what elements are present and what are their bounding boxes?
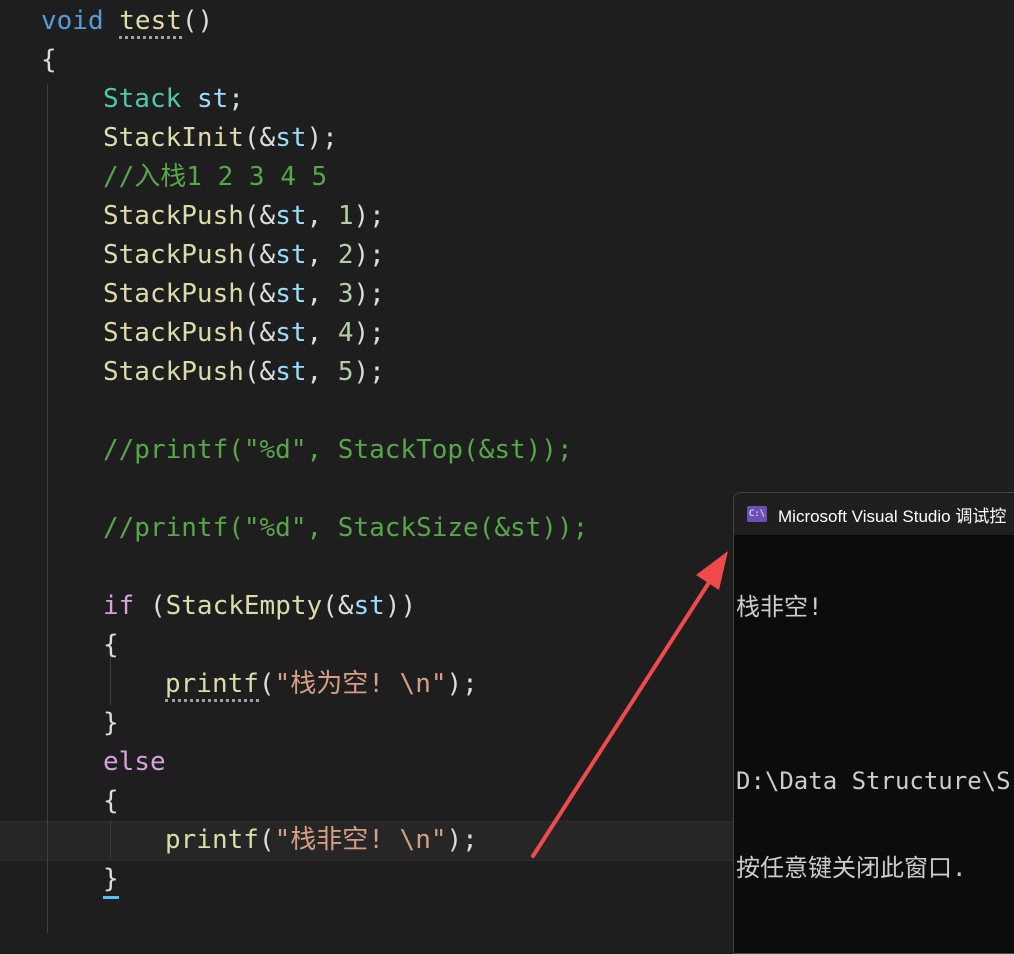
punctuation: , — [306, 357, 338, 387]
number-literal: 2 — [337, 240, 354, 270]
code-line-else-open[interactable]: { — [103, 782, 119, 821]
variable-st: st — [275, 357, 307, 387]
console-output-line: 栈非空! — [736, 593, 823, 621]
punctuation: ); — [446, 669, 478, 699]
code-line-comment-stacksize[interactable]: //printf("%d", StackSize(&st)); — [103, 509, 588, 548]
variable-st: st — [275, 201, 307, 231]
console-close-hint: 按任意键关闭此窗口. — [736, 854, 967, 882]
punctuation: (& — [243, 240, 276, 270]
code-line-if-open[interactable]: { — [103, 626, 119, 665]
punctuation: (& — [243, 279, 276, 309]
code-line-2[interactable]: { — [41, 41, 57, 80]
console-path-line: D:\Data Structure\S — [736, 767, 1011, 795]
code-line-push-2[interactable]: StackPush(&st, 2); — [103, 236, 385, 275]
function-stackpush: StackPush — [103, 279, 244, 309]
punctuation: () — [181, 6, 214, 36]
function-printf: printf — [165, 669, 259, 702]
number-literal: 4 — [337, 318, 354, 348]
punctuation: , — [306, 279, 338, 309]
code-line-if-close[interactable]: } — [103, 704, 119, 743]
code-line-else[interactable]: else — [103, 743, 166, 782]
code-line-else-close[interactable]: } — [103, 860, 119, 899]
punctuation: (& — [243, 123, 276, 153]
code-line-push-3[interactable]: StackPush(&st, 3); — [103, 275, 385, 314]
punctuation: ( — [134, 591, 166, 621]
variable-st: st — [353, 591, 385, 621]
code-line-if[interactable]: if (StackEmpty(&st)) — [103, 587, 416, 626]
debug-console-window[interactable]: C:\ Microsoft Visual Studio 调试控 栈非空! D:\… — [733, 492, 1014, 954]
console-title: Microsoft Visual Studio 调试控 — [778, 506, 1007, 526]
code-line-1[interactable]: void test() — [41, 2, 213, 41]
code-line-push-4[interactable]: StackPush(&st, 4); — [103, 314, 385, 353]
punctuation: ); — [446, 825, 478, 855]
punctuation: (& — [243, 357, 276, 387]
code-line-printf-nonempty[interactable]: printf("栈非空! \n"); — [165, 821, 478, 860]
indent-guide-else — [110, 821, 111, 859]
indent-guide-outer — [47, 84, 48, 933]
function-stackinit: StackInit — [103, 123, 244, 153]
type-stack: Stack — [103, 84, 182, 114]
code-line-4[interactable]: StackInit(&st); — [103, 119, 338, 158]
code-line-5-comment[interactable]: //入栈1 2 3 4 5 — [103, 158, 327, 197]
brace-open: { — [41, 45, 57, 75]
function-stackempty: StackEmpty — [165, 591, 323, 621]
punctuation: ( — [258, 669, 275, 699]
punctuation: ); — [353, 240, 385, 270]
function-stackpush: StackPush — [103, 240, 244, 270]
keyword-void: void — [41, 6, 104, 36]
punctuation: , — [306, 318, 338, 348]
variable-st: st — [275, 279, 307, 309]
punctuation: ( — [258, 825, 275, 855]
number-literal: 5 — [337, 357, 354, 387]
number-literal: 3 — [337, 279, 354, 309]
punctuation: )) — [384, 591, 417, 621]
variable-st: st — [275, 318, 307, 348]
punctuation: ); — [353, 279, 385, 309]
punctuation: (& — [322, 591, 354, 621]
code-line-printf-empty[interactable]: printf("栈为空! \n"); — [165, 665, 478, 704]
function-stackpush: StackPush — [103, 357, 244, 387]
code-line-3[interactable]: Stack st; — [103, 80, 244, 119]
punctuation: ); — [353, 357, 385, 387]
punctuation: (& — [243, 318, 276, 348]
function-stackpush: StackPush — [103, 318, 244, 348]
number-literal: 1 — [337, 201, 354, 231]
punctuation: ); — [353, 318, 385, 348]
string-literal: "栈非空! \n" — [274, 825, 447, 855]
punctuation: , — [306, 240, 338, 270]
variable-st: st — [275, 240, 307, 270]
function-printf: printf — [165, 825, 259, 855]
code-line-push-1[interactable]: StackPush(&st, 1); — [103, 197, 385, 236]
code-line-comment-stacktop[interactable]: //printf("%d", StackTop(&st)); — [103, 431, 573, 470]
function-name-test: test — [119, 6, 182, 39]
keyword-if: if — [103, 591, 135, 621]
cmd-window-icon: C:\ — [747, 506, 767, 522]
variable-st: st — [196, 84, 229, 114]
string-literal: "栈为空! \n" — [274, 669, 447, 699]
semicolon: ; — [228, 84, 244, 114]
punctuation: ); — [353, 201, 385, 231]
variable-st: st — [275, 123, 307, 153]
code-line-push-5[interactable]: StackPush(&st, 5); — [103, 353, 385, 392]
punctuation: ); — [306, 123, 338, 153]
console-title-bar[interactable]: C:\ Microsoft Visual Studio 调试控 — [734, 493, 1014, 535]
function-stackpush: StackPush — [103, 201, 244, 231]
console-output: 栈非空! D:\Data Structure\S 按任意键关闭此窗口. — [734, 535, 1014, 941]
punctuation: , — [306, 201, 338, 231]
punctuation: (& — [243, 201, 276, 231]
text-caret — [103, 896, 119, 899]
